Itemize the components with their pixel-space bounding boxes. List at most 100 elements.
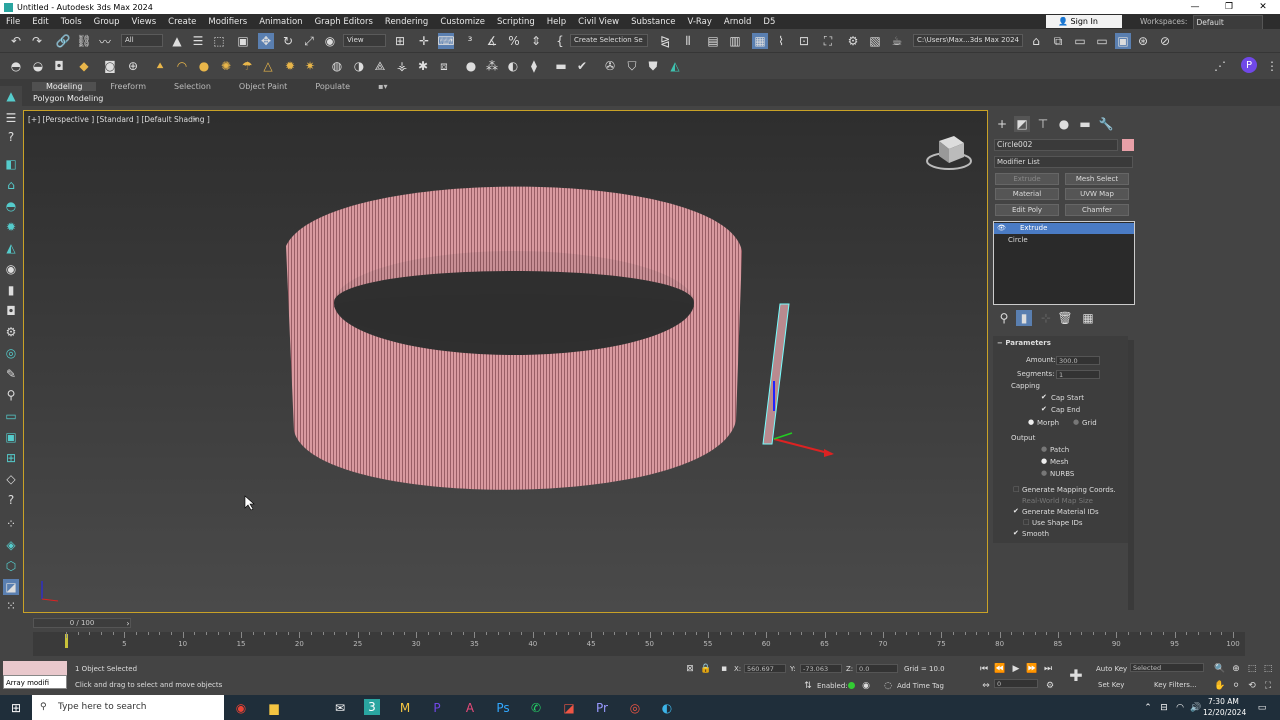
pan-icon[interactable]: ✋ xyxy=(1212,678,1228,694)
selected-shape[interactable] xyxy=(762,303,834,457)
lock-icon[interactable]: 🔒 xyxy=(698,661,714,677)
omni-light-icon[interactable]: ✺ xyxy=(218,58,234,74)
menu-scripting[interactable]: Scripting xyxy=(491,17,541,27)
edit-named-sets-icon[interactable]: { xyxy=(552,33,568,49)
clock-time[interactable]: 7:30 AM xyxy=(1208,697,1239,706)
left-tool-5-icon[interactable]: ◓ xyxy=(3,198,19,214)
project-folder-icon[interactable]: ⌂ xyxy=(1028,33,1044,49)
render-production-icon[interactable]: ☕ xyxy=(889,33,905,49)
pivot-center-icon[interactable]: ⊞ xyxy=(392,33,408,49)
vray-frame-icon[interactable]: ▬ xyxy=(553,58,569,74)
stack-item-extrude[interactable]: 👁 Extrude xyxy=(994,223,1134,234)
left-tool-24-icon[interactable]: ⁙ xyxy=(3,598,19,614)
layer-explorer-icon[interactable]: ▥ xyxy=(727,33,743,49)
menu-animation[interactable]: Animation xyxy=(253,17,308,27)
file-explorer-icon[interactable]: ▆ xyxy=(266,700,282,716)
menu-civil-view[interactable]: Civil View xyxy=(572,17,625,27)
hierarchy-tab-icon[interactable]: ⊤ xyxy=(1035,116,1051,132)
plugin-7-icon[interactable]: ⯅ xyxy=(152,58,168,74)
ref-coord-dropdown[interactable]: View xyxy=(343,34,386,47)
select-manipulate-icon[interactable]: ✛ xyxy=(416,33,432,49)
unlink-icon[interactable]: ⛓ xyxy=(76,33,92,49)
left-tool-2-icon[interactable]: ☰ xyxy=(3,110,19,126)
toolbar-c-icon[interactable]: ▣ xyxy=(1115,33,1131,49)
adaptive-degradation-icon[interactable]: ⇅ xyxy=(800,678,816,694)
tab-populate[interactable]: Populate xyxy=(301,82,364,91)
close-button[interactable]: ✕ xyxy=(1246,0,1280,14)
zoom-all-icon[interactable]: ⊕ xyxy=(1228,661,1244,677)
menu-vray[interactable]: V-Ray xyxy=(682,17,718,27)
selection-filter-dropdown[interactable]: All xyxy=(121,34,163,47)
left-tool-8-icon[interactable]: ◉ xyxy=(3,261,19,277)
edge-icon[interactable]: ◐ xyxy=(659,700,675,716)
create-tab-icon[interactable]: + xyxy=(994,116,1010,132)
left-tool-15-icon[interactable]: ▭ xyxy=(3,408,19,424)
toolbar-b-icon[interactable]: ▭ xyxy=(1094,33,1110,49)
nurbs-radio[interactable]: ● xyxy=(1041,470,1048,477)
percent-snap-icon[interactable]: % xyxy=(506,33,522,49)
panel-scrollbar[interactable] xyxy=(1128,340,1134,610)
left-tool-4-icon[interactable]: ⌂ xyxy=(3,177,19,193)
modifier-list-dropdown[interactable]: Modifier List xyxy=(994,156,1133,168)
plant-icon[interactable]: ✱ xyxy=(415,58,431,74)
show-end-result-icon[interactable]: ▮ xyxy=(1016,310,1032,326)
profile-icon[interactable]: P xyxy=(1241,57,1257,73)
uvw-map-button[interactable]: UVW Map xyxy=(1065,188,1129,200)
plugin-5-icon[interactable]: ◙ xyxy=(102,58,118,74)
walk-icon[interactable]: ⚪ xyxy=(1228,678,1244,694)
rect-selection-icon[interactable]: ⬚ xyxy=(211,33,227,49)
select-move-icon[interactable]: ✥ xyxy=(258,33,274,49)
segments-field[interactable]: 1 xyxy=(1056,370,1100,379)
pyramid-icon[interactable]: ⟁ xyxy=(372,58,388,74)
windows-start-icon[interactable]: ⊞ xyxy=(8,700,24,716)
sphere-icon[interactable]: ◑ xyxy=(351,58,367,74)
tab-object-paint[interactable]: Object Paint xyxy=(225,82,301,91)
left-tool-7-icon[interactable]: ◭ xyxy=(3,240,19,256)
keyboard-shortcut-icon[interactable]: ⌨ xyxy=(437,33,455,49)
extrude-button[interactable]: Extrude xyxy=(995,173,1059,185)
curve-editor-icon[interactable]: ⌇ xyxy=(773,33,789,49)
render-setup-icon[interactable]: ⚙ xyxy=(845,33,861,49)
scene-convert-icon[interactable]: ⛉ xyxy=(624,58,640,74)
key-mode-icon[interactable]: ⇔ xyxy=(978,678,994,694)
add-time-tag-icon[interactable]: ◌ xyxy=(880,678,896,694)
make-unique-icon[interactable]: ⊹ xyxy=(1038,310,1054,326)
fur-icon[interactable]: ⚶ xyxy=(394,58,410,74)
add-time-tag[interactable]: Add Time Tag xyxy=(897,682,944,690)
prev-key-icon[interactable]: ⏪ xyxy=(992,661,1008,677)
wifi-icon[interactable]: ◠ xyxy=(1172,700,1188,716)
project-path-dropdown[interactable]: C:\Users\Max...3ds Max 2024 xyxy=(913,34,1023,47)
notification-icon[interactable]: ▭ xyxy=(1254,700,1270,716)
toolbar-e-icon[interactable]: ⊘ xyxy=(1157,33,1173,49)
plugin-1-icon[interactable]: ◓ xyxy=(8,58,24,74)
set-key-big-icon[interactable]: ✚ xyxy=(1068,666,1084,685)
current-frame-field[interactable]: 0 xyxy=(994,679,1038,688)
app-m-icon[interactable]: M xyxy=(397,700,413,716)
object-name-field[interactable]: Circle002 xyxy=(994,139,1118,151)
menu-customize[interactable]: Customize xyxy=(434,17,491,27)
time-config-icon[interactable]: ⚙ xyxy=(1042,678,1058,694)
motion-tab-icon[interactable]: ● xyxy=(1056,116,1072,132)
absolute-mode-icon[interactable]: ▪ xyxy=(716,661,732,677)
ies-light-icon[interactable]: △ xyxy=(260,58,276,74)
toggle-ribbon-icon[interactable]: ▦ xyxy=(752,33,768,49)
pdf-icon[interactable]: ◪ xyxy=(561,700,577,716)
edit-poly-button[interactable]: Edit Poly xyxy=(995,204,1059,216)
set-key-button[interactable]: Set Key xyxy=(1098,681,1124,689)
named-selection-dropdown[interactable]: Create Selection Se xyxy=(570,34,648,47)
maxscript-listener[interactable]: Array modifi xyxy=(3,675,67,689)
left-tool-16-icon[interactable]: ▣ xyxy=(3,429,19,445)
cap-end-checkbox[interactable]: ✔ xyxy=(1041,406,1048,413)
clipper-icon[interactable]: ⧈ xyxy=(436,58,452,74)
texture-icon[interactable]: ◐ xyxy=(505,58,521,74)
polygon-modeling-panel[interactable]: Polygon Modeling xyxy=(33,94,103,103)
obs-icon[interactable]: ◎ xyxy=(627,700,643,716)
left-tool-12-icon[interactable]: ◎ xyxy=(3,345,19,361)
mesh-radio[interactable]: ● xyxy=(1041,458,1048,465)
chamfer-button[interactable]: Chamfer xyxy=(1065,204,1129,216)
goto-end-icon[interactable]: ⏭ xyxy=(1040,661,1056,677)
workspaces-dropdown[interactable]: Default xyxy=(1193,15,1264,30)
menu-substance[interactable]: Substance xyxy=(625,17,681,27)
pin-stack-icon[interactable]: ⚲ xyxy=(996,310,1012,326)
menu-rendering[interactable]: Rendering xyxy=(379,17,434,27)
